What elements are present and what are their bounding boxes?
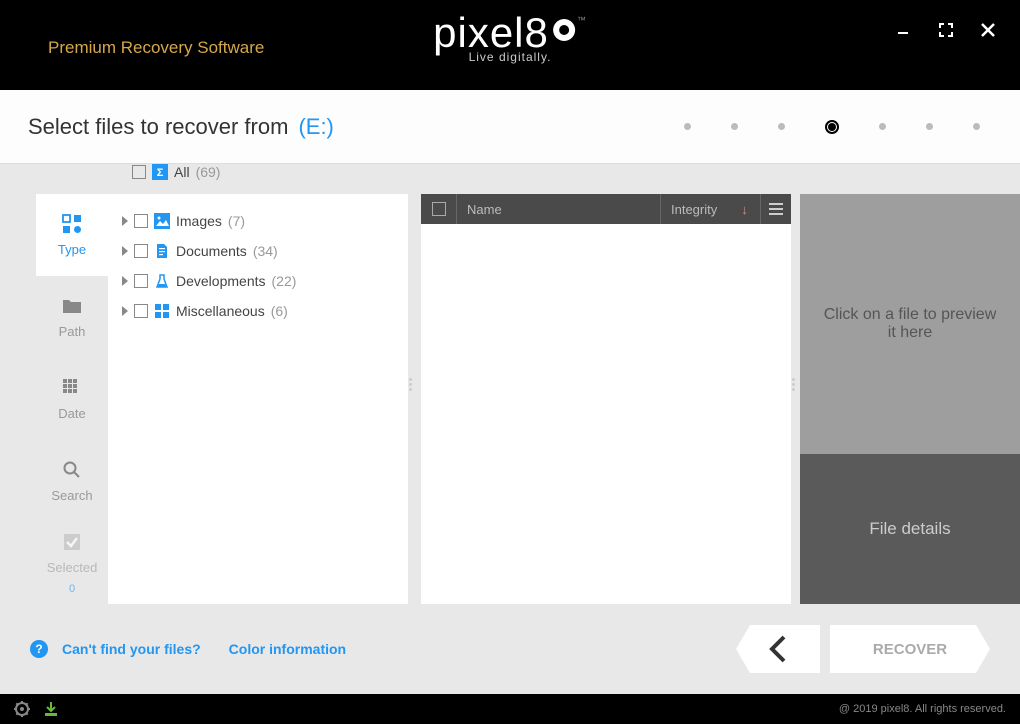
tab-selected[interactable]: Selected 0 xyxy=(36,522,108,604)
grid-icon xyxy=(154,303,170,319)
tree-item-label: Documents xyxy=(176,243,247,259)
tree-item-developments[interactable]: Developments (22) xyxy=(122,266,394,296)
tab-date[interactable]: Date xyxy=(36,358,108,440)
step-dot-1[interactable] xyxy=(684,123,691,130)
checkbox[interactable] xyxy=(132,165,146,179)
file-list-panel: Name Integrity↓ xyxy=(421,194,791,604)
maximize-button[interactable] xyxy=(938,22,954,38)
logo-mark-icon xyxy=(553,19,575,41)
tab-date-label: Date xyxy=(58,406,85,421)
file-list-header: Name Integrity↓ xyxy=(421,194,791,224)
recover-button[interactable]: RECOVER xyxy=(830,625,990,673)
column-menu-button[interactable] xyxy=(761,203,791,215)
tree-all-row[interactable]: Σ All (69) xyxy=(132,164,220,180)
step-dot-2[interactable] xyxy=(731,123,738,130)
tree-item-miscellaneous[interactable]: Miscellaneous (6) xyxy=(122,296,394,326)
calendar-icon xyxy=(62,378,82,398)
download-icon[interactable] xyxy=(44,701,58,717)
tree-item-documents[interactable]: Documents (34) xyxy=(122,236,394,266)
tree-item-count: (22) xyxy=(272,273,297,289)
tab-type[interactable]: Type xyxy=(36,194,108,276)
sort-arrow-icon: ↓ xyxy=(741,202,748,217)
column-name[interactable]: Name xyxy=(457,194,661,224)
checked-icon xyxy=(62,532,82,552)
splitter-right[interactable] xyxy=(791,164,796,604)
cant-find-link[interactable]: Can't find your files? xyxy=(62,641,201,657)
splitter-left[interactable] xyxy=(408,164,413,604)
step-dot-7[interactable] xyxy=(973,123,980,130)
select-all-checkbox[interactable] xyxy=(421,194,457,224)
expand-icon[interactable] xyxy=(122,306,128,316)
bottom-bar: ? Can't find your files? Color informati… xyxy=(0,604,1020,694)
sigma-icon: Σ xyxy=(152,164,168,180)
type-icon xyxy=(62,214,82,234)
step-indicator xyxy=(684,120,980,134)
main-content: Type Path Date Search Selected 0 xyxy=(0,164,1020,604)
tab-search[interactable]: Search xyxy=(36,440,108,522)
tree-item-count: (7) xyxy=(228,213,245,229)
back-button[interactable] xyxy=(736,625,820,673)
step-dot-5[interactable] xyxy=(879,123,886,130)
tab-path-label: Path xyxy=(59,324,86,339)
trademark-icon: ™ xyxy=(577,15,587,25)
checkbox[interactable] xyxy=(134,214,148,228)
category-tree-panel: Σ All (69) Images (7) Documents (34) xyxy=(108,194,408,604)
preview-placeholder: Click on a file to preview it here xyxy=(800,194,1020,454)
page-title: Select files to recover from xyxy=(28,114,288,140)
minimize-button[interactable] xyxy=(896,22,912,38)
tree-item-label: Developments xyxy=(176,273,266,289)
flask-icon xyxy=(154,273,170,289)
image-icon xyxy=(154,213,170,229)
folder-icon xyxy=(62,296,82,316)
step-dot-4[interactable] xyxy=(825,120,839,134)
tree-item-count: (6) xyxy=(271,303,288,319)
gear-icon[interactable] xyxy=(14,701,30,717)
expand-icon[interactable] xyxy=(122,216,128,226)
close-button[interactable] xyxy=(980,22,996,38)
step-dot-3[interactable] xyxy=(778,123,785,130)
search-icon xyxy=(62,460,82,480)
step-header: Select files to recover from (E:) xyxy=(0,90,1020,164)
title-bar: Premium Recovery Software pixel8™ Live d… xyxy=(0,0,1020,90)
tree-item-images[interactable]: Images (7) xyxy=(122,206,394,236)
expand-icon[interactable] xyxy=(122,276,128,286)
tree-item-label: Miscellaneous xyxy=(176,303,265,319)
logo-text: pixel8™ xyxy=(433,12,587,54)
help-icon[interactable]: ? xyxy=(30,640,48,658)
step-dot-6[interactable] xyxy=(926,123,933,130)
preview-panel: Click on a file to preview it here File … xyxy=(800,194,1020,604)
category-tree: Images (7) Documents (34) Developments (… xyxy=(108,194,408,338)
tab-type-label: Type xyxy=(58,242,86,257)
tree-item-label: Images xyxy=(176,213,222,229)
selected-count: 0 xyxy=(69,583,75,595)
status-bar: @ 2019 pixel8. All rights reserved. xyxy=(0,694,1020,724)
tab-selected-label: Selected xyxy=(47,560,98,575)
window-controls xyxy=(896,22,996,38)
tree-all-label: All xyxy=(174,164,190,180)
checkbox[interactable] xyxy=(134,244,148,258)
document-icon xyxy=(154,243,170,259)
checkbox[interactable] xyxy=(134,304,148,318)
file-details-title: File details xyxy=(800,454,1020,604)
copyright: @ 2019 pixel8. All rights reserved. xyxy=(839,703,1006,715)
filter-tabs: Type Path Date Search Selected 0 xyxy=(0,164,108,604)
column-integrity[interactable]: Integrity↓ xyxy=(661,194,761,224)
svg-text:Σ: Σ xyxy=(157,167,164,179)
drive-label: (E:) xyxy=(298,114,333,140)
tree-all-count: (69) xyxy=(196,164,221,180)
color-info-link[interactable]: Color information xyxy=(229,641,346,657)
header-subtitle: Premium Recovery Software xyxy=(48,38,264,58)
tab-search-label: Search xyxy=(51,488,92,503)
tab-path[interactable]: Path xyxy=(36,276,108,358)
checkbox[interactable] xyxy=(134,274,148,288)
expand-icon[interactable] xyxy=(122,246,128,256)
tree-item-count: (34) xyxy=(253,243,278,259)
logo: pixel8™ Live digitally. xyxy=(433,12,587,64)
